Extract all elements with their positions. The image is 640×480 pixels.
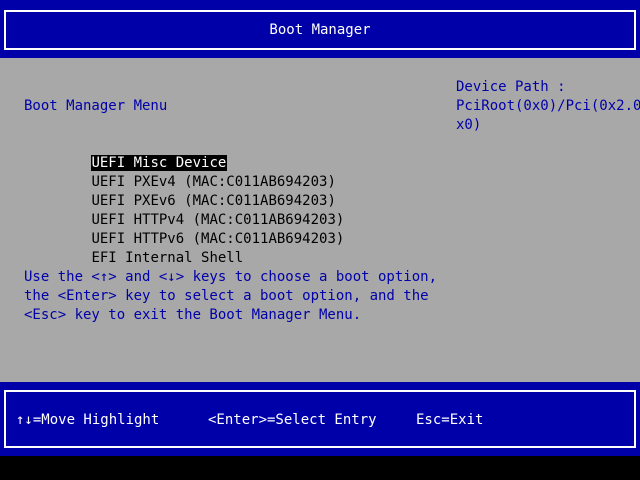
help-text: Use the <↑> and <↓> keys to choose a boo… (24, 268, 437, 325)
boot-option-label: UEFI Misc Device (91, 155, 228, 171)
bios-screen: Boot Manager Boot Manager Menu UEFI Misc… (0, 0, 640, 480)
boot-option-uefi-misc-device[interactable]: UEFI Misc Device (24, 135, 345, 171)
boot-option-label: UEFI HTTPv4 (MAC:C011AB694203) (91, 212, 345, 228)
header-frame: Boot Manager (4, 10, 636, 50)
boot-option-label: UEFI PXEv4 (MAC:C011AB694203) (91, 174, 336, 190)
device-path-value: x0) (456, 117, 482, 133)
help-line: <Esc> key to exit the Boot Manager Menu. (24, 307, 362, 323)
footer-select-hint: <Enter>=Select Entry (208, 412, 377, 428)
help-line: Use the <↑> and <↓> keys to choose a boo… (24, 269, 438, 285)
bottom-margin (0, 456, 640, 480)
boot-option-list: UEFI Misc Device UEFI PXEv4 (MAC:C011AB6… (24, 135, 345, 266)
help-line: the <Enter> key to select a boot option,… (24, 288, 429, 304)
device-path-label: Device Path : (456, 79, 566, 95)
footer-exit-hint: Esc=Exit (416, 412, 484, 428)
boot-option-label: UEFI HTTPv6 (MAC:C011AB694203) (91, 231, 345, 247)
page-title: Boot Manager (269, 21, 371, 38)
header-bar: Boot Manager (0, 0, 640, 58)
footer-bar: ↑↓=Move Highlight <Enter>=Select Entry E… (0, 382, 640, 456)
device-path-info: Device Path : PciRoot(0x0)/Pci(0x2.0 x0) (456, 78, 640, 135)
device-path-value: PciRoot(0x0)/Pci(0x2.0 (456, 98, 640, 114)
menu-title: Boot Manager Menu (24, 98, 168, 114)
main-panel: Boot Manager Menu UEFI Misc Device UEFI … (0, 58, 640, 382)
boot-option-label: EFI Internal Shell (91, 250, 244, 266)
boot-option-label: UEFI PXEv6 (MAC:C011AB694203) (91, 193, 336, 209)
footer-move-hint: ↑↓=Move Highlight (16, 412, 160, 428)
